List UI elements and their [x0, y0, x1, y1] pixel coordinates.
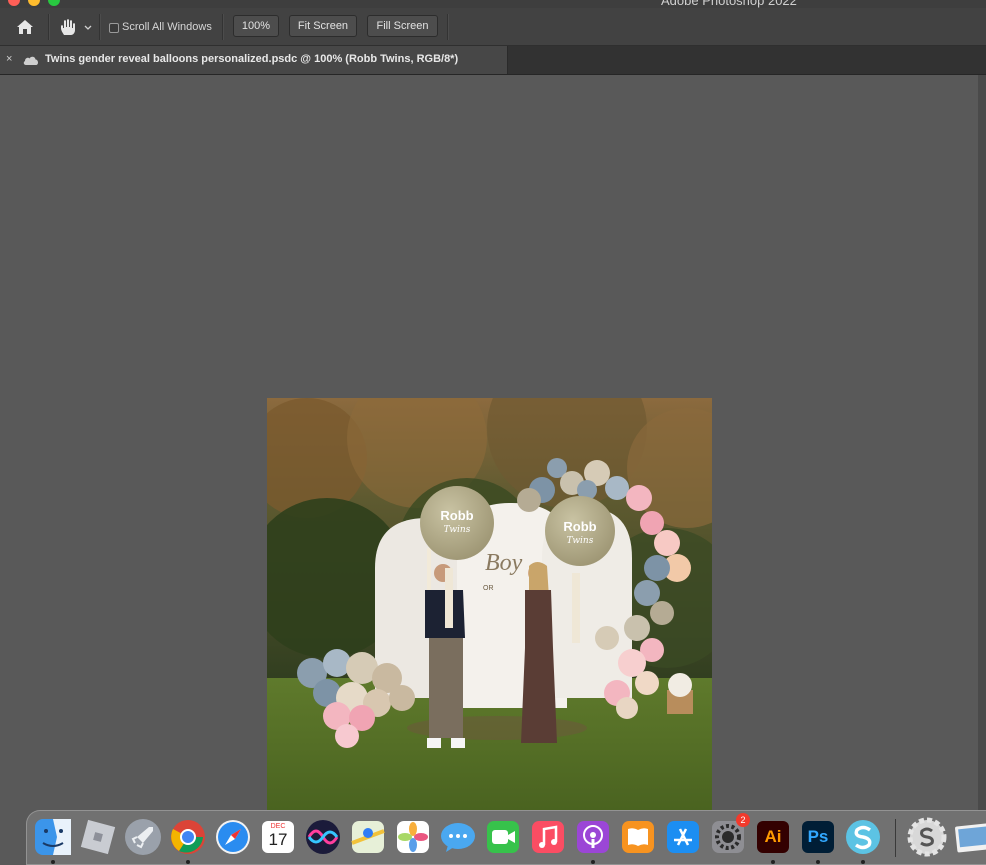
illustrator-label: Ai	[764, 827, 782, 846]
document-tab[interactable]: × Twins gender reveal balloons personali…	[0, 46, 508, 74]
zoom-window-button[interactable]	[48, 0, 60, 6]
finder-icon	[35, 819, 71, 855]
photos-icon	[397, 821, 429, 853]
balloon-left-line2: Twins	[444, 525, 471, 535]
panel-collapse-strip[interactable]	[978, 75, 986, 810]
title-bar: Adobe Photoshop 2022	[0, 0, 986, 8]
dock-app-store[interactable]	[663, 817, 703, 857]
dock-silhouette[interactable]	[843, 817, 883, 857]
silhouette-icon	[846, 820, 880, 854]
app-store-icon	[667, 821, 699, 853]
chevron-down-icon	[84, 25, 92, 30]
chrome-icon	[171, 820, 205, 854]
messages-icon	[441, 823, 475, 852]
maps-icon	[351, 821, 385, 853]
sign-boy-text: Boy	[485, 550, 523, 576]
running-indicator	[591, 860, 595, 864]
roblox-icon	[80, 819, 116, 855]
gear-s-icon	[907, 817, 947, 857]
dock-roblox[interactable]	[78, 817, 118, 857]
calendar-day: 17	[268, 830, 288, 849]
app-title: Adobe Photoshop 2022	[661, 0, 797, 8]
dock-facetime[interactable]	[483, 817, 523, 857]
dock-chrome[interactable]	[168, 817, 208, 857]
balloon-right-line2: Twins	[567, 536, 594, 546]
dock-calendar[interactable]: DEC 17	[258, 817, 298, 857]
dock: DEC 17 2 Ai Ps	[26, 810, 986, 865]
zoom-100-button[interactable]: 100%	[233, 15, 279, 37]
balloon-left: Robb Twins	[420, 486, 494, 560]
photoshop-label: Ps	[807, 827, 829, 846]
hand-icon	[61, 19, 75, 35]
dock-photoshop[interactable]: Ps	[798, 817, 838, 857]
rocket-icon	[125, 819, 161, 855]
running-indicator	[771, 860, 775, 864]
podcasts-icon	[577, 821, 609, 853]
running-indicator	[51, 860, 55, 864]
toolbar-divider	[48, 14, 50, 40]
photo-artwork: Boy OR Robb Twins Robb Twins	[267, 398, 712, 810]
scroll-all-windows-checkbox[interactable]	[109, 23, 119, 33]
dock-books[interactable]	[618, 817, 658, 857]
dock-messages[interactable]	[438, 817, 478, 857]
running-indicator	[816, 860, 820, 864]
dock-music[interactable]	[528, 817, 568, 857]
balloon-left-line1: Robb	[440, 508, 473, 523]
dock-photos[interactable]	[393, 817, 433, 857]
dock-safari[interactable]	[213, 817, 253, 857]
running-indicator	[186, 860, 190, 864]
scroll-all-windows-label: Scroll All Windows	[122, 21, 212, 33]
dock-illustrator[interactable]: Ai	[753, 817, 793, 857]
minimize-window-button[interactable]	[28, 0, 40, 6]
toolbar-divider	[99, 14, 101, 40]
tab-close-button[interactable]: ×	[6, 53, 12, 65]
document-tab-title: Twins gender reveal balloons personalize…	[45, 53, 459, 65]
fill-screen-button[interactable]: Fill Screen	[367, 15, 438, 37]
dock-launchpad[interactable]	[123, 817, 163, 857]
compass-icon	[216, 820, 250, 854]
home-button[interactable]	[14, 17, 36, 37]
home-icon	[17, 20, 33, 34]
dock-system-preferences[interactable]: 2	[708, 813, 750, 857]
dock-finder[interactable]	[33, 817, 73, 857]
options-bar: Scroll All Windows 100% Fit Screen Fill …	[0, 8, 986, 46]
calendar-month: DEC	[270, 823, 286, 830]
dock-silhouette-connect[interactable]	[907, 817, 947, 857]
fit-screen-button[interactable]: Fit Screen	[289, 15, 357, 37]
notification-badge: 2	[736, 813, 750, 827]
balloon-right: Robb Twins	[545, 496, 615, 566]
facetime-icon	[487, 821, 519, 853]
tool-preset-dropdown[interactable]	[83, 20, 93, 32]
books-icon	[622, 821, 654, 853]
hand-tool-button[interactable]	[58, 17, 80, 37]
music-icon	[532, 821, 564, 853]
close-window-button[interactable]	[8, 0, 20, 6]
cloud-document-icon	[22, 53, 40, 65]
dock-divider	[895, 819, 896, 857]
dock-preview[interactable]	[952, 817, 986, 857]
dock-siri[interactable]	[303, 817, 343, 857]
preview-icon	[955, 823, 986, 853]
running-indicator	[861, 860, 865, 864]
document-tab-bar: × Twins gender reveal balloons personali…	[0, 46, 986, 75]
balloon-right-line1: Robb	[563, 519, 596, 534]
dock-maps[interactable]	[348, 817, 388, 857]
siri-icon	[306, 820, 340, 854]
sign-or-text: OR	[483, 585, 494, 592]
document-image[interactable]: Boy OR Robb Twins Robb Twins	[267, 398, 712, 810]
dock-podcasts[interactable]	[573, 817, 613, 857]
toolbar-divider	[222, 14, 224, 40]
toolbar-divider	[447, 14, 449, 40]
